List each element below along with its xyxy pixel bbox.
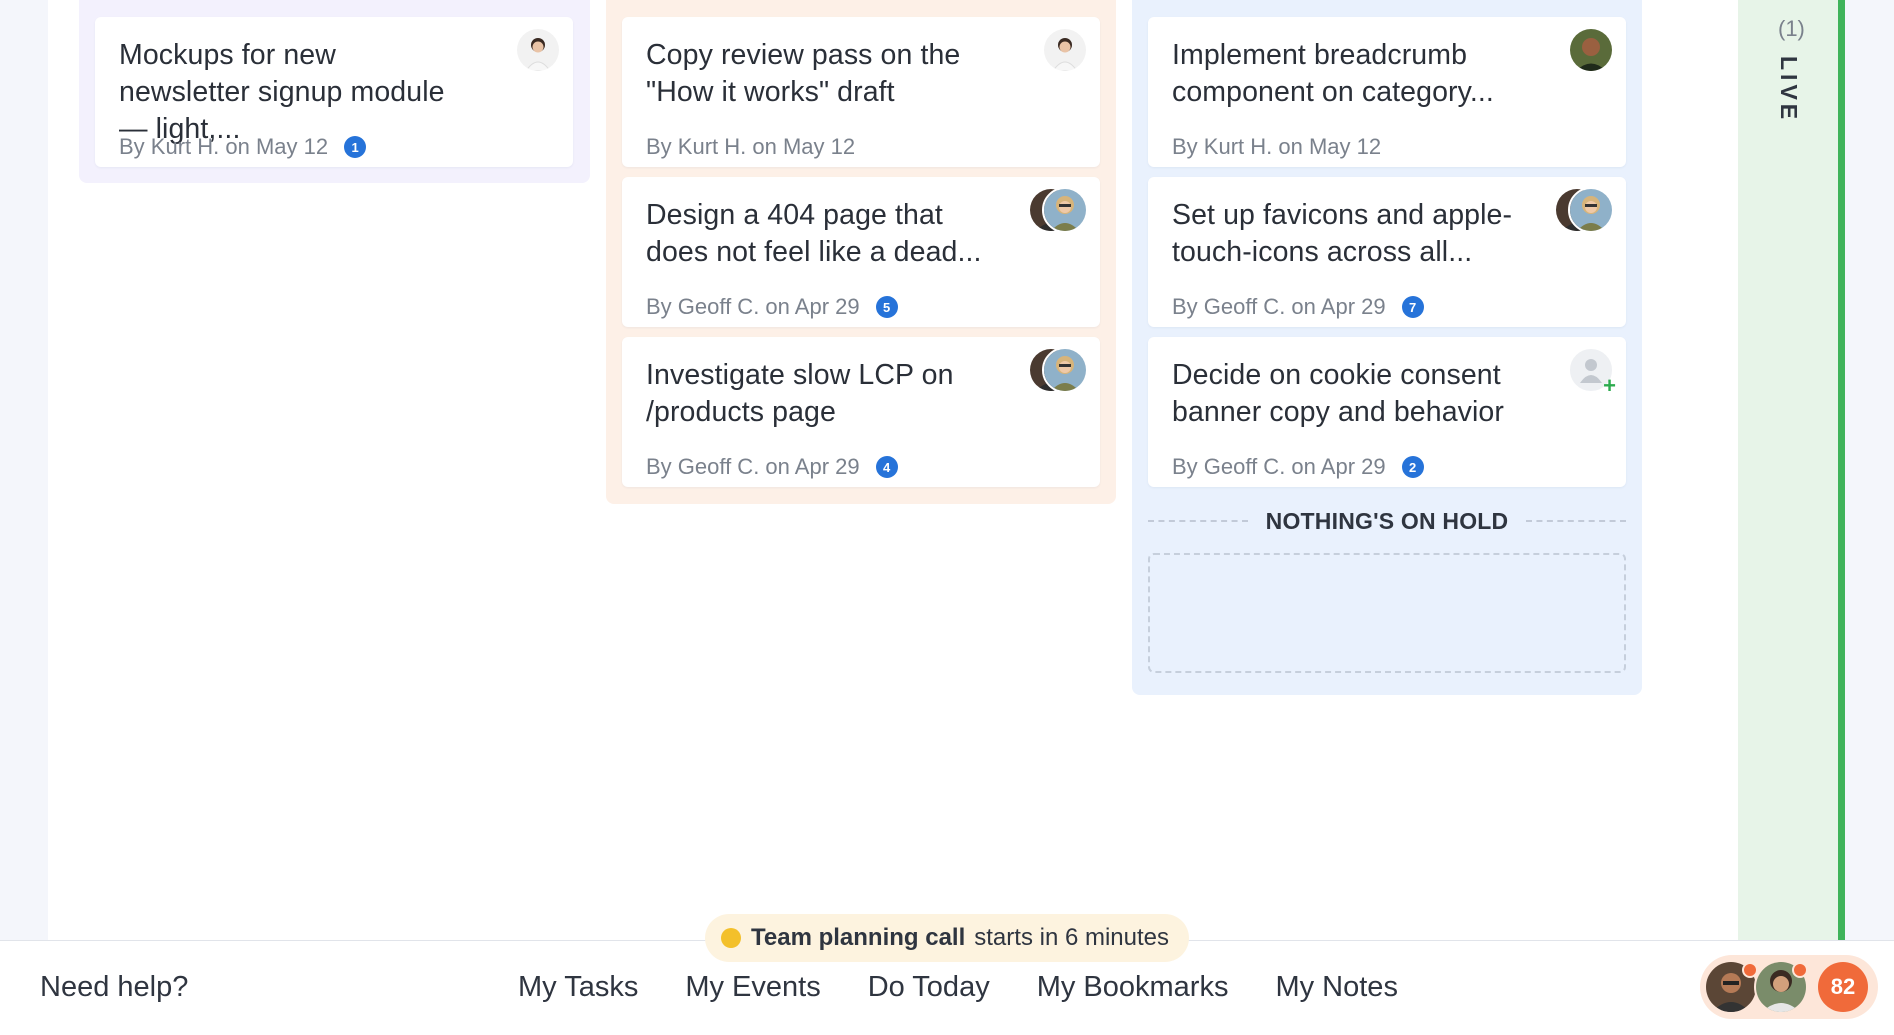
card-meta: By Geoff C. on Apr 29 7: [1172, 294, 1424, 320]
card-title: Design a 404 page that does not feel lik…: [646, 199, 982, 268]
comment-count-badge: 2: [1401, 456, 1424, 478]
status-dot-icon: [721, 928, 741, 948]
card-meta: By Kurt H. on May 12: [646, 134, 855, 160]
card-author-date: By Geoff C. on Apr 29: [646, 454, 860, 479]
live-label[interactable]: LIVE: [1775, 56, 1802, 123]
on-hold-dropzone[interactable]: [1148, 553, 1626, 673]
nav-my-events[interactable]: My Events: [685, 971, 820, 1004]
comment-count-badge: 7: [1401, 296, 1424, 318]
assignee-avatars[interactable]: [515, 27, 561, 73]
task-card[interactable]: Implement breadcrumb component on catego…: [1148, 17, 1626, 167]
card-title: Decide on cookie consent banner copy and…: [1172, 359, 1504, 428]
assignee-avatars[interactable]: [1028, 347, 1088, 393]
task-card[interactable]: Design a 404 page that does not feel lik…: [622, 177, 1100, 327]
nav-my-tasks[interactable]: My Tasks: [518, 971, 638, 1004]
comment-count-badge: 4: [875, 456, 898, 478]
avatar[interactable]: [1754, 960, 1808, 1014]
assignee-avatars[interactable]: [1554, 187, 1614, 233]
comment-count-badge: 5: [875, 296, 898, 318]
avatar[interactable]: [515, 27, 561, 73]
upcoming-call-banner[interactable]: Team planning call starts in 6 minutes: [705, 914, 1189, 962]
task-card[interactable]: Copy review pass on the "How it works" d…: [622, 17, 1100, 167]
column-3: Implement breadcrumb component on catego…: [1132, 0, 1642, 695]
live-count: (1): [1778, 16, 1805, 41]
nav-my-notes[interactable]: My Notes: [1275, 971, 1397, 1004]
task-card[interactable]: Set up favicons and apple-touch-icons ac…: [1148, 177, 1626, 327]
column-2: Copy review pass on the "How it works" d…: [606, 0, 1116, 504]
live-indicator-bar: [1838, 0, 1845, 940]
avatar[interactable]: [1568, 27, 1614, 73]
avatar[interactable]: [1042, 187, 1088, 233]
assignee-avatars[interactable]: [1568, 27, 1614, 73]
kanban-board: Mockups for new newsletter signup module…: [48, 0, 1738, 940]
avatar[interactable]: [1568, 187, 1614, 233]
avatar[interactable]: [1042, 27, 1088, 73]
task-card[interactable]: Decide on cookie consent banner copy and…: [1148, 337, 1626, 487]
online-indicator: [1792, 962, 1808, 978]
task-card[interactable]: Mockups for new newsletter signup module…: [95, 17, 573, 167]
card-meta: By Geoff C. on Apr 29 5: [646, 294, 898, 320]
card-title: Copy review pass on the "How it works" d…: [646, 39, 961, 108]
on-hold-divider: NOTHING'S ON HOLD: [1148, 501, 1626, 541]
assignee-avatars[interactable]: [1028, 187, 1088, 233]
avatar[interactable]: [1042, 347, 1088, 393]
task-card[interactable]: Investigate slow LCP on /products page B…: [622, 337, 1100, 487]
column-1: Mockups for new newsletter signup module…: [79, 0, 590, 183]
plus-icon: +: [1603, 373, 1616, 398]
card-title: Implement breadcrumb component on catego…: [1172, 39, 1494, 108]
card-title: Mockups for new newsletter signup module…: [119, 39, 445, 145]
add-assignee-button[interactable]: +: [1568, 347, 1616, 398]
card-meta: By Geoff C. on Apr 29 4: [646, 454, 898, 480]
card-author-date: By Kurt H. on May 12: [119, 134, 329, 159]
assignee-avatars[interactable]: [1042, 27, 1088, 73]
notification-count-badge[interactable]: 82: [1818, 962, 1868, 1012]
card-author-date: By Geoff C. on Apr 29: [1172, 294, 1386, 319]
card-author-date: By Geoff C. on Apr 29: [1172, 454, 1386, 479]
card-title: Set up favicons and apple-touch-icons ac…: [1172, 199, 1513, 268]
card-meta: By Geoff C. on Apr 29 2: [1172, 454, 1424, 480]
call-title: Team planning call: [751, 924, 966, 951]
card-title: Investigate slow LCP on /products page: [646, 359, 954, 428]
card-author-date: By Kurt H. on May 12: [646, 134, 856, 159]
assignee-avatars[interactable]: +: [1568, 347, 1616, 398]
nav-do-today[interactable]: Do Today: [868, 971, 990, 1004]
live-column[interactable]: [1738, 0, 1840, 940]
call-status: starts in 6 minutes: [974, 924, 1170, 951]
comment-count-badge: 1: [344, 136, 367, 158]
on-hold-label: NOTHING'S ON HOLD: [1265, 507, 1509, 534]
nav-my-bookmarks[interactable]: My Bookmarks: [1037, 971, 1229, 1004]
avatar[interactable]: [1704, 960, 1758, 1014]
presence-widget[interactable]: 82: [1700, 955, 1878, 1019]
card-meta: By Kurt H. on May 12 1: [119, 134, 367, 160]
user-icon: [1580, 359, 1602, 383]
card-author-date: By Geoff C. on Apr 29: [646, 294, 860, 319]
card-meta: By Kurt H. on May 12: [1172, 134, 1381, 160]
need-help-link[interactable]: Need help?: [40, 971, 188, 1004]
card-author-date: By Kurt H. on May 12: [1172, 134, 1382, 159]
footer-nav: My Tasks My Events Do Today My Bookmarks…: [518, 971, 1398, 1004]
